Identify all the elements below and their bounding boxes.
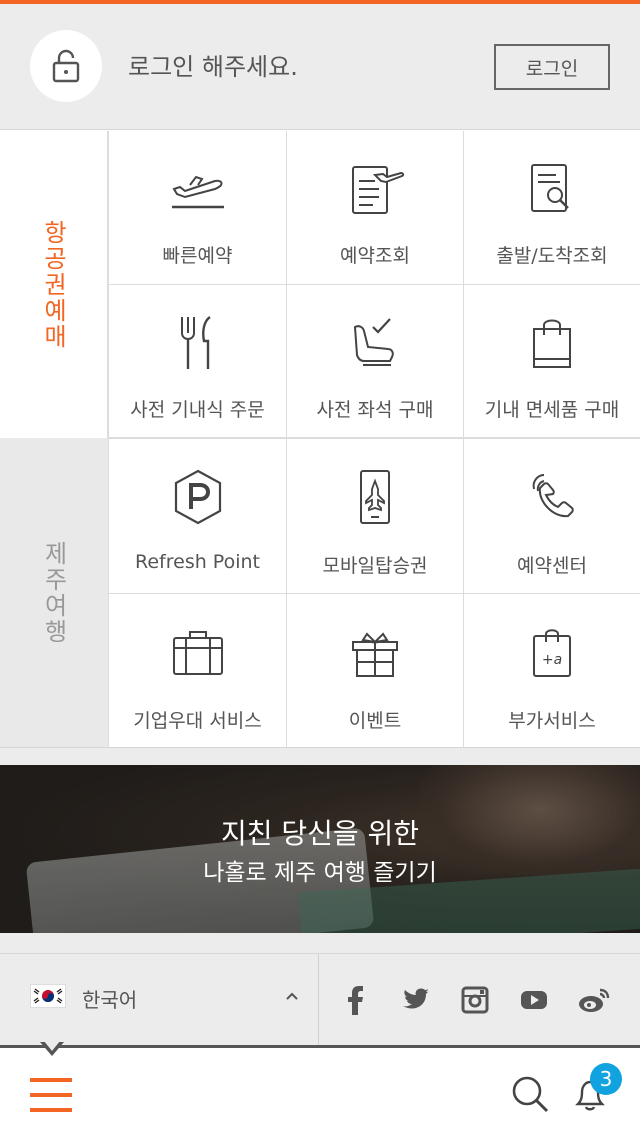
fork-knife-icon (180, 316, 211, 369)
menu-duty-free[interactable]: 기내 면세품 구매 (463, 285, 640, 438)
facebook-icon[interactable] (338, 982, 374, 1018)
airplane-takeoff-icon (171, 175, 224, 209)
section-divider (0, 747, 640, 765)
point-hexagon-icon (174, 469, 221, 525)
footer-bar: 한국어 (0, 953, 640, 1046)
mobile-boarding-pass-icon (360, 470, 390, 524)
menu-quick-booking[interactable]: 빠른예약 (108, 131, 286, 285)
phone-icon (532, 474, 574, 518)
banner-title: 지친 당신을 위한 (220, 817, 420, 850)
youtube-icon[interactable] (516, 982, 552, 1018)
menu-label: 사전 좌석 구매 (316, 399, 434, 421)
menu-label: 빠른예약 (162, 245, 233, 267)
menu-additional-service[interactable]: +a 부가서비스 (463, 594, 640, 748)
menu-reservation-center[interactable]: 예약센터 (463, 439, 640, 594)
air-menu-grid: 빠른예약 예약조회 출발/도착조회 사전 기내식 주문 사전 좌석 구매 기내 … (108, 131, 640, 438)
menu-label: 모바일탑승권 (322, 555, 428, 577)
nav-notch-inner (44, 1041, 60, 1051)
add-service-bag-icon: +a (533, 629, 571, 677)
twitter-icon[interactable] (398, 982, 434, 1018)
menu-mobile-boarding[interactable]: 모바일탑승권 (286, 439, 463, 594)
language-label: 한국어 (82, 988, 138, 1012)
login-area: 로그인 해주세요. 로그인 (0, 4, 640, 130)
jeju-menu-grid: Refresh Point 모바일탑승권 예약센터 기업우대 서비스 이벤트 +… (108, 438, 640, 748)
footer-spacer (0, 933, 640, 953)
section-jeju-title: 제주여행 (39, 540, 68, 645)
lock-icon (30, 30, 102, 102)
menu-inflight-meal[interactable]: 사전 기내식 주문 (108, 285, 286, 438)
bottom-navigation (0, 1045, 640, 1136)
korea-flag-icon (30, 984, 66, 1008)
menu-label: 사전 기내식 주문 (130, 399, 265, 421)
menu-refresh-point[interactable]: Refresh Point (108, 439, 286, 594)
language-selector[interactable]: 한국어 (0, 954, 319, 1046)
menu-label: 기내 면세품 구매 (484, 399, 620, 421)
section-label-air: 항공권예매 (0, 131, 108, 438)
document-search-icon (531, 164, 569, 212)
banner-subtitle: 나홀로 제주 여행 즐기기 (203, 860, 437, 886)
menu-label: 기업우대 서비스 (133, 710, 262, 732)
promo-banner[interactable]: 지친 당신을 위한 나홀로 제주 여행 즐기기 (0, 765, 640, 933)
menu-label: 예약조회 (340, 245, 410, 267)
menu-departure-arrival[interactable]: 출발/도착조회 (463, 131, 640, 285)
gift-icon (352, 632, 398, 677)
menu-reservation-lookup[interactable]: 예약조회 (286, 131, 463, 285)
menu-event[interactable]: 이벤트 (286, 594, 463, 748)
menu-seat-purchase[interactable]: 사전 좌석 구매 (286, 285, 463, 438)
menu-label: 출발/도착조회 (496, 245, 608, 267)
menu-corporate-service[interactable]: 기업우대 서비스 (108, 594, 286, 748)
menu-label: Refresh Point (135, 551, 260, 573)
menu-label: 예약센터 (517, 555, 587, 577)
weibo-icon[interactable] (576, 982, 612, 1018)
instagram-icon[interactable] (457, 982, 493, 1018)
svg-text:+a: +a (542, 652, 562, 668)
shopping-bag-icon (533, 319, 571, 368)
seat-check-icon (353, 318, 394, 366)
briefcase-icon (172, 631, 223, 675)
menu-label: 부가서비스 (508, 710, 596, 732)
search-icon[interactable] (510, 1074, 550, 1114)
section-label-jeju: 제주여행 (0, 438, 108, 747)
notification-badge: 3 (590, 1063, 622, 1095)
chevron-up-icon (286, 992, 298, 1000)
login-button[interactable]: 로그인 (494, 44, 610, 90)
login-message: 로그인 해주세요. (128, 53, 298, 81)
reservation-document-icon (352, 166, 405, 214)
hamburger-menu-icon[interactable] (30, 1078, 72, 1112)
section-air-title: 항공권예매 (39, 219, 67, 350)
menu-label: 이벤트 (348, 710, 402, 732)
